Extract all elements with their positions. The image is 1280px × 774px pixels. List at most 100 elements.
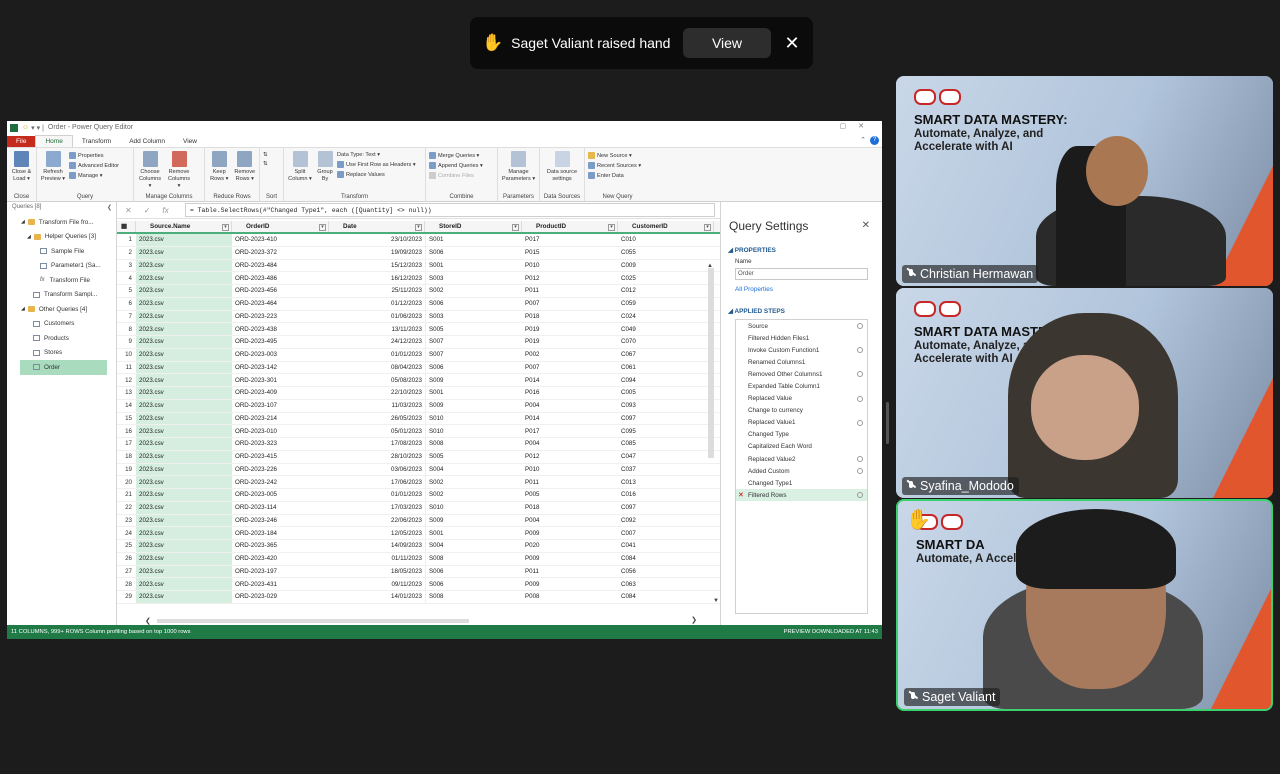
table-cell[interactable]: 2023.csv — [136, 234, 232, 246]
table-cell[interactable]: P005 — [522, 491, 618, 498]
gear-icon[interactable] — [857, 371, 863, 378]
table-row[interactable]: 22 2023.csv ORD-2023-114 17/03/2023 S010 P018… — [117, 501, 720, 515]
table-cell[interactable]: C085 — [618, 440, 714, 447]
table-cell[interactable]: 2023.csv — [136, 527, 232, 539]
table-cell[interactable]: 22/06/2023 — [329, 517, 425, 524]
table-cell[interactable]: 2023.csv — [136, 501, 232, 514]
applied-step[interactable]: ✕ Filtered Rows — [736, 489, 867, 502]
filter-dropdown-icon[interactable]: ▾ — [608, 224, 615, 231]
table-cell[interactable]: S001 — [425, 259, 522, 272]
table-cell[interactable]: ORD-2023-495 — [232, 338, 329, 345]
table-cell[interactable]: 2023.csv — [136, 374, 232, 386]
table-cell[interactable]: 01/01/2023 — [329, 351, 425, 358]
applied-step[interactable]: Replaced Value1 — [736, 417, 867, 429]
applied-step[interactable]: Invoke Custom Function1 — [736, 344, 867, 356]
table-cell[interactable]: S010 — [425, 425, 522, 437]
query-group-transform-file[interactable]: ◢ Transform File fro... — [7, 215, 116, 230]
close-icon[interactable]: ✕ — [783, 33, 801, 54]
properties-section[interactable]: ◢ PROPERTIES — [728, 246, 776, 254]
table-cell[interactable]: S010 — [425, 412, 522, 425]
applied-step[interactable]: Changed Type — [736, 429, 867, 441]
applied-step[interactable]: Replaced Value — [736, 393, 867, 405]
table-cell[interactable]: ORD-2023-420 — [232, 555, 329, 562]
table-cell[interactable]: P010 — [522, 262, 618, 269]
table-cell[interactable]: 2023.csv — [136, 259, 232, 272]
table-cell[interactable]: P004 — [522, 402, 618, 409]
scroll-down-icon[interactable]: ▼ — [713, 598, 719, 604]
table-cell[interactable]: ORD-2023-246 — [232, 517, 329, 524]
column-header-storeid[interactable]: StoreID ▾ — [425, 221, 522, 232]
table-cell[interactable]: ORD-2023-029 — [232, 593, 329, 600]
gear-icon[interactable] — [857, 419, 863, 426]
table-cell[interactable]: S004 — [425, 463, 522, 476]
table-cell[interactable]: S001 — [425, 527, 522, 539]
table-cell[interactable]: C067 — [618, 351, 714, 358]
first-row-headers-button[interactable]: Use First Row as Headers ▾ — [337, 161, 416, 168]
table-cell[interactable]: ORD-2023-486 — [232, 275, 329, 282]
table-row[interactable]: 6 2023.csv ORD-2023-464 01/12/2023 S006 P007 C… — [117, 297, 720, 311]
gear-icon[interactable] — [857, 468, 863, 475]
table-cell[interactable]: ORD-2023-005 — [232, 491, 329, 498]
table-cell[interactable]: ORD-2023-010 — [232, 428, 329, 435]
query-group-helper[interactable]: ◢ Helper Queries [3] — [7, 230, 116, 245]
tab-file[interactable]: File — [7, 136, 36, 147]
table-cell[interactable]: 2023.csv — [136, 399, 232, 412]
table-row[interactable]: 29 2023.csv ORD-2023-029 14/01/2023 S008 P008… — [117, 591, 720, 604]
table-cell[interactable]: P014 — [522, 377, 618, 384]
query-item-customers[interactable]: Customers — [7, 317, 116, 332]
table-cell[interactable]: P011 — [522, 479, 618, 486]
table-cell[interactable]: ORD-2023-184 — [232, 530, 329, 537]
table-cell[interactable]: C084 — [618, 593, 714, 600]
gear-icon[interactable] — [857, 492, 863, 499]
table-cell[interactable]: P007 — [522, 300, 618, 307]
table-row[interactable]: 24 2023.csv ORD-2023-184 12/05/2023 S001 P009… — [117, 527, 720, 540]
table-cell[interactable]: P018 — [522, 313, 618, 320]
applied-step[interactable]: Expanded Table Column1 — [736, 380, 867, 392]
table-row[interactable]: 14 2023.csv ORD-2023-107 11/03/2023 S009 P004… — [117, 399, 720, 413]
table-cell[interactable]: 2023.csv — [136, 552, 232, 565]
table-cell[interactable]: 2023.csv — [136, 450, 232, 463]
query-item-transform-sample[interactable]: Transform Sampl... — [7, 288, 116, 303]
column-header-orderid[interactable]: OrderID ▾ — [232, 221, 329, 232]
table-cell[interactable]: 01/12/2023 — [329, 300, 425, 307]
table-row[interactable]: 11 2023.csv ORD-2023-142 08/04/2023 S006 P007… — [117, 361, 720, 375]
tab-home[interactable]: Home — [35, 135, 73, 147]
table-cell[interactable]: P019 — [522, 338, 618, 345]
table-cell[interactable]: P017 — [522, 428, 618, 435]
table-cell[interactable]: 2023.csv — [136, 246, 232, 259]
all-properties-link[interactable]: All Properties — [735, 286, 773, 293]
collapse-ribbon-icon[interactable]: ⌃ — [860, 136, 866, 144]
table-cell[interactable]: C056 — [618, 568, 714, 575]
table-cell[interactable]: P009 — [522, 555, 618, 562]
table-cell[interactable]: ORD-2023-409 — [232, 389, 329, 396]
video-tile-christian[interactable]: SMART DATA MASTERY: Automate, Analyze, a… — [896, 76, 1273, 286]
gear-icon[interactable] — [857, 456, 863, 463]
applied-step[interactable]: Filtered Hidden Files1 — [736, 332, 867, 344]
table-row[interactable]: 10 2023.csv ORD-2023-003 01/01/2023 S007 P002… — [117, 348, 720, 362]
table-cell[interactable]: 17/08/2023 — [329, 440, 425, 447]
table-cell[interactable]: P012 — [522, 275, 618, 282]
table-menu-icon[interactable]: ▦ — [117, 221, 136, 232]
table-cell[interactable]: P008 — [522, 593, 618, 600]
table-cell[interactable]: P002 — [522, 351, 618, 358]
table-row[interactable]: 16 2023.csv ORD-2023-010 05/01/2023 S010 P017… — [117, 425, 720, 438]
table-row[interactable]: 3 2023.csv ORD-2023-484 15/12/2023 S001 P010 C… — [117, 259, 720, 273]
video-tile-syafina[interactable]: SMART DATA MASTE Automate, Analyze, an A… — [896, 288, 1273, 498]
table-cell[interactable]: 14/09/2023 — [329, 542, 425, 549]
table-cell[interactable]: 2023.csv — [136, 476, 232, 488]
table-cell[interactable]: 28/10/2023 — [329, 453, 425, 460]
table-row[interactable]: 9 2023.csv ORD-2023-495 24/12/2023 S007 P019 C… — [117, 336, 720, 349]
table-cell[interactable]: S002 — [425, 489, 522, 501]
table-cell[interactable]: C007 — [618, 530, 714, 537]
table-cell[interactable]: C097 — [618, 504, 714, 511]
table-cell[interactable]: S003 — [425, 310, 522, 323]
query-item-stores[interactable]: Stores — [7, 346, 116, 361]
column-header-productid[interactable]: ProductID ▾ — [522, 221, 618, 232]
table-cell[interactable]: ORD-2023-431 — [232, 581, 329, 588]
table-cell[interactable]: S001 — [425, 387, 522, 399]
scroll-thumb[interactable] — [708, 268, 714, 458]
table-cell[interactable]: 08/04/2023 — [329, 364, 425, 371]
sort-descending-icon[interactable]: ⇅ — [263, 161, 268, 167]
table-cell[interactable]: ORD-2023-214 — [232, 415, 329, 422]
delete-step-icon[interactable]: ✕ — [738, 491, 744, 499]
